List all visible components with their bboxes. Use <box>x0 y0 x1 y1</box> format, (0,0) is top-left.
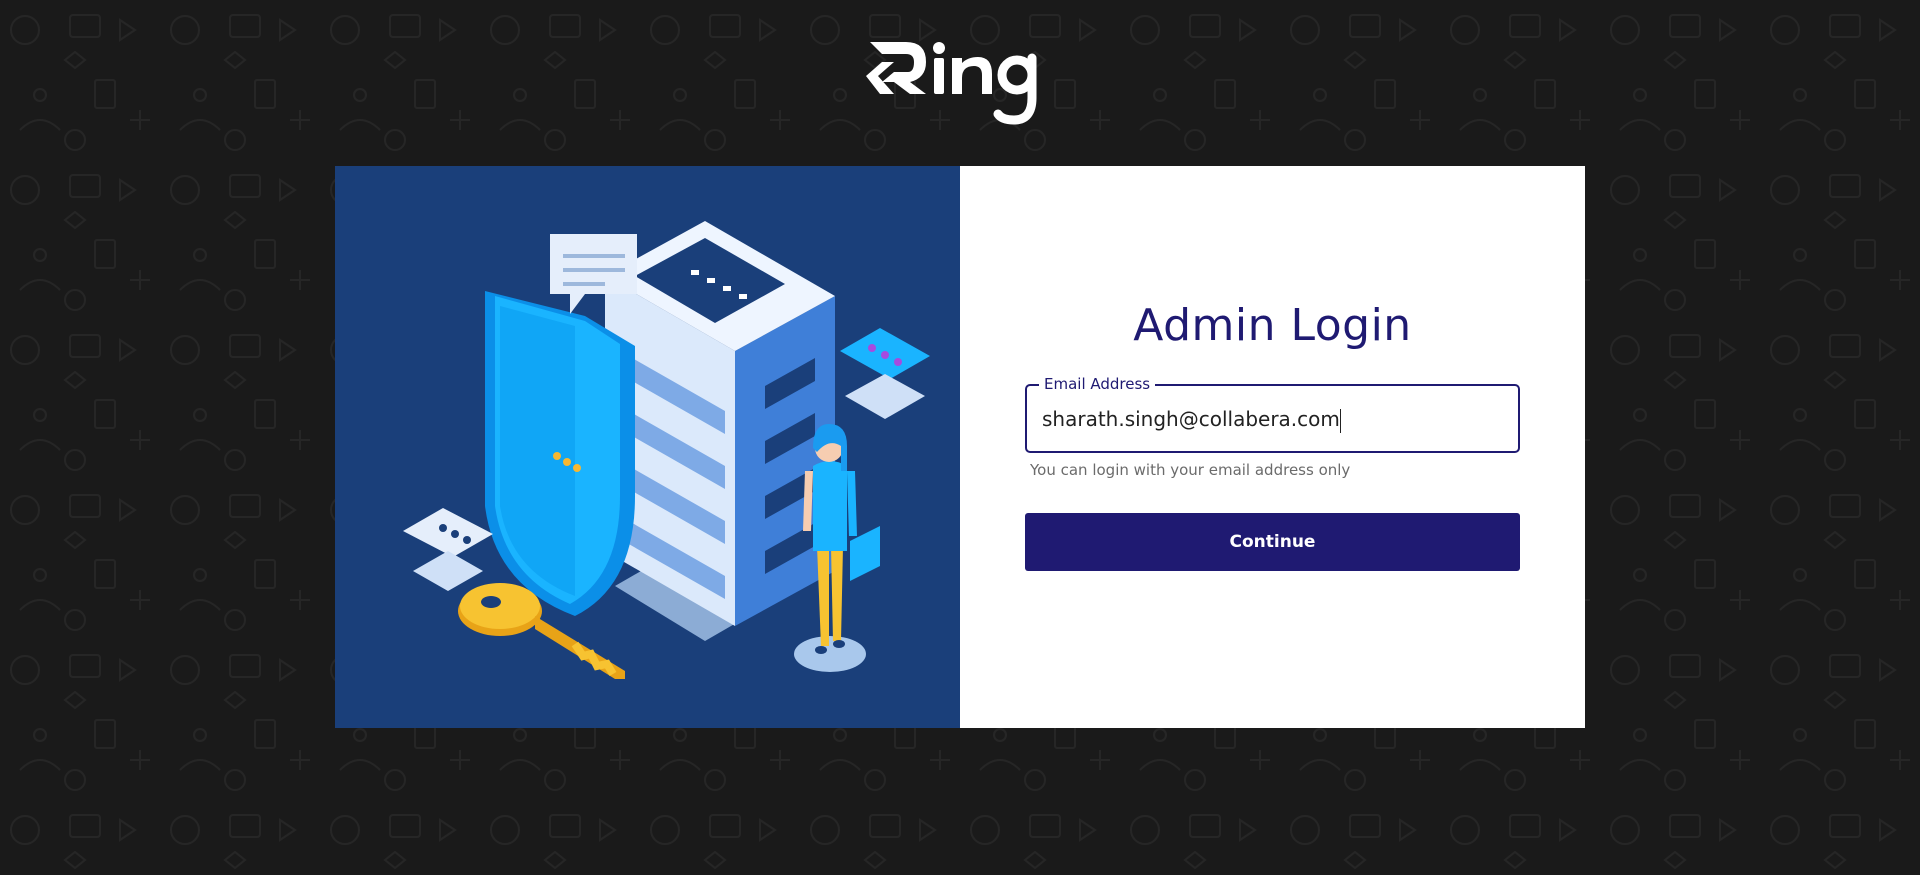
login-card: Admin Login Email Address sharath.singh@… <box>335 166 1585 728</box>
login-panel: Admin Login Email Address sharath.singh@… <box>960 166 1585 728</box>
continue-button[interactable]: Continue <box>1025 513 1520 571</box>
text-caret <box>1339 408 1341 433</box>
email-field-label: Email Address <box>1039 374 1156 394</box>
illustration-panel <box>335 166 960 728</box>
ring-logo <box>866 42 1037 125</box>
email-input[interactable]: sharath.singh@collabera.com <box>1042 406 1512 433</box>
page-title: Admin Login <box>1133 300 1412 351</box>
email-field[interactable]: Email Address sharath.singh@collabera.co… <box>1025 374 1520 453</box>
security-server-illustration <box>403 221 930 679</box>
email-helper-text: You can login with your email address on… <box>1030 461 1351 479</box>
email-input-value: sharath.singh@collabera.com <box>1042 407 1340 431</box>
